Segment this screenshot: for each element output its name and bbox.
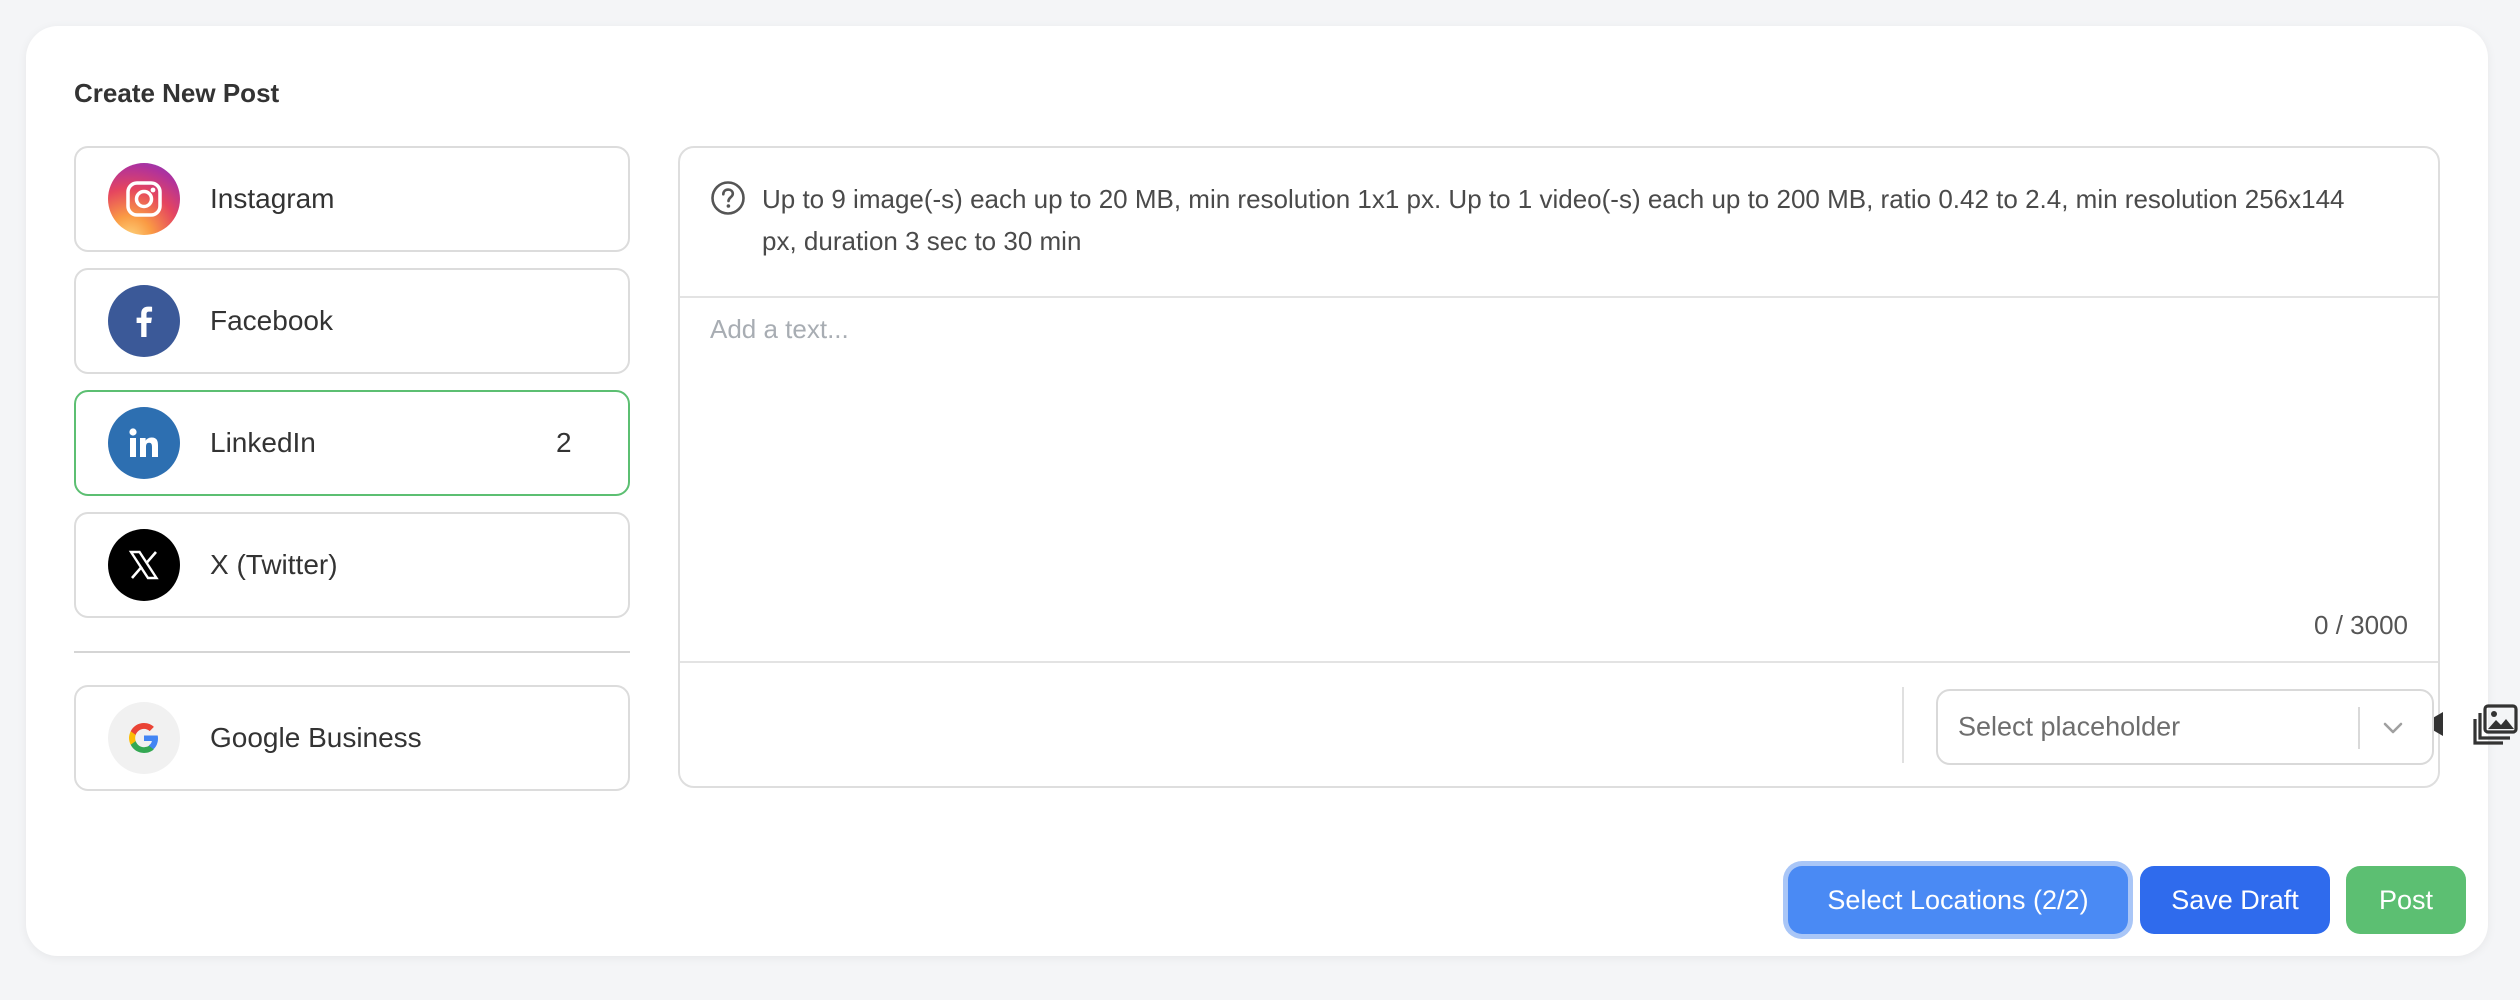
instagram-icon (108, 163, 180, 235)
network-divider (74, 651, 630, 653)
network-name: LinkedIn (210, 427, 316, 458)
network-name: Google Business (210, 722, 422, 753)
network-name: X (Twitter) (210, 549, 338, 580)
google-icon (108, 702, 180, 774)
network-name: Instagram (210, 183, 335, 214)
help-circle-icon (710, 180, 746, 216)
page-title: Create New Post (74, 78, 280, 108)
select-locations-button[interactable]: Select Locations (2/2) (1788, 866, 2128, 934)
save-draft-button[interactable]: Save Draft (2140, 866, 2330, 934)
gallery-icon[interactable] (2471, 699, 2520, 749)
create-post-card: Create New Post Instagram Facebook Linke… (26, 26, 2518, 956)
network-linkedin[interactable]: LinkedIn 2 (74, 390, 630, 496)
network-instagram[interactable]: Instagram (74, 146, 630, 252)
editor-toolbar: Select placeholder (680, 661, 2518, 788)
character-count: 0 / 3000 (2314, 610, 2408, 640)
post-editor: Up to 9 image(-s) each up to 20 MB, min … (678, 146, 2518, 788)
media-requirements-text: Up to 9 image(-s) each up to 20 MB, min … (762, 184, 2345, 256)
network-facebook[interactable]: Facebook (74, 268, 630, 374)
placeholder-select[interactable]: Select placeholder (1936, 689, 2434, 765)
post-button[interactable]: Post (2346, 866, 2466, 934)
select-divider (2358, 707, 2360, 749)
x-twitter-icon (108, 529, 180, 601)
network-x-twitter[interactable]: X (Twitter) (74, 512, 630, 618)
location-count-badge: 2 (556, 427, 572, 458)
linkedin-icon (108, 407, 180, 479)
media-requirements-info: Up to 9 image(-s) each up to 20 MB, min … (680, 148, 2438, 298)
facebook-icon (108, 285, 180, 357)
placeholder-select-value: Select placeholder (1958, 711, 2181, 742)
network-name: Facebook (210, 305, 333, 336)
chevron-down-icon[interactable] (2378, 713, 2408, 743)
toolbar-divider (1902, 687, 1904, 763)
network-google-business[interactable]: Google Business (74, 685, 630, 791)
post-text-input[interactable] (710, 314, 2410, 614)
